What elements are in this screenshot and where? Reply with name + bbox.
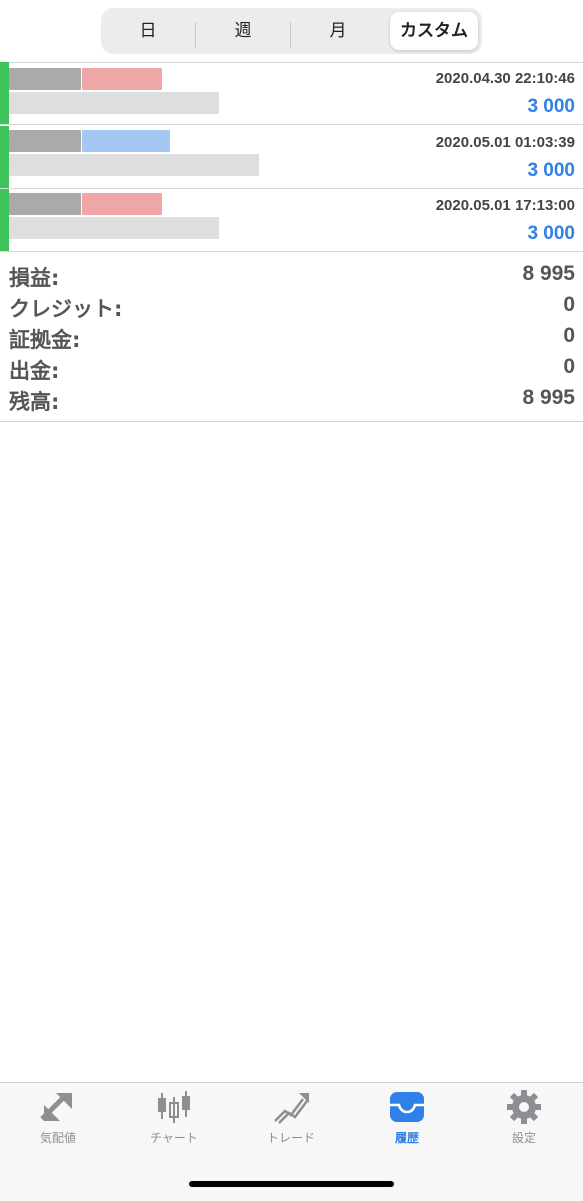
segment-month[interactable]: 月 [291, 12, 385, 50]
deal-datetime: 2020.05.01 01:03:39 [435, 134, 575, 151]
tab-label: 設定 [511, 1131, 536, 1145]
history-icon [390, 1092, 424, 1122]
summary-margin: 証拠金: 0 [0, 324, 583, 355]
tab-quotes[interactable]: 気配値 [0, 1089, 116, 1159]
settings-icon [507, 1090, 541, 1124]
row-divider [0, 251, 583, 252]
summary-value: 0 [563, 355, 575, 378]
tab-label: トレード [266, 1131, 315, 1145]
summary-value: 0 [563, 293, 575, 316]
tab-label: 履歴 [394, 1131, 419, 1145]
redacted-type [82, 68, 162, 90]
deal-amount: 3 000 [527, 160, 575, 181]
summary-divider [0, 421, 583, 422]
redacted-type [82, 130, 170, 152]
period-segmented-control: 日 週 月 カスタム [101, 8, 482, 54]
summary-value: 8 995 [522, 262, 575, 285]
summary-profit: 損益: 8 995 [0, 262, 583, 293]
summary-label: 損益: [9, 266, 60, 290]
segment-week[interactable]: 週 [196, 12, 290, 50]
tab-history[interactable]: 履歴 [349, 1089, 465, 1159]
deal-amount: 3 000 [527, 96, 575, 117]
row-divider [0, 124, 583, 125]
deal-datetime: 2020.04.30 22:10:46 [435, 70, 575, 87]
summary-label: 残高: [9, 390, 60, 414]
segment-custom[interactable]: カスタム [390, 12, 478, 50]
summary-value: 8 995 [522, 386, 575, 409]
deal-row[interactable]: 2020.05.01 17:13:00 3 000 [0, 189, 583, 252]
redacted-symbol [9, 130, 81, 152]
summary-label: クレジット: [9, 297, 123, 321]
redacted-symbol [9, 68, 81, 90]
tab-settings[interactable]: 設定 [466, 1089, 582, 1159]
summary-balance: 残高: 8 995 [0, 386, 583, 417]
deal-type-indicator [0, 189, 9, 251]
tab-chart[interactable]: チャート [116, 1089, 232, 1159]
deal-amount: 3 000 [527, 223, 575, 244]
redacted-comment [9, 217, 219, 239]
summary-value: 0 [563, 324, 575, 347]
row-divider [0, 62, 583, 63]
quotes-icon [40, 1093, 72, 1121]
segment-day[interactable]: 日 [101, 12, 195, 50]
redacted-type [82, 193, 162, 215]
summary-withdrawal: 出金: 0 [0, 355, 583, 386]
summary-label: 証拠金: [9, 328, 81, 352]
tab-label: チャート [150, 1131, 198, 1145]
chart-icon [158, 1091, 190, 1123]
deal-datetime: 2020.05.01 17:13:00 [435, 197, 575, 214]
tab-label: 気配値 [39, 1131, 76, 1145]
summary-credit: クレジット: 0 [0, 293, 583, 324]
deal-type-indicator [0, 126, 9, 188]
redacted-comment [9, 92, 219, 114]
tab-trade[interactable]: トレード [233, 1089, 349, 1159]
redacted-symbol [9, 193, 81, 215]
summary-label: 出金: [9, 359, 60, 383]
trade-icon [274, 1093, 309, 1124]
deal-row[interactable]: 2020.05.01 01:03:39 3 000 [0, 126, 583, 189]
home-indicator [189, 1181, 394, 1187]
deal-type-indicator [0, 62, 9, 124]
redacted-comment [9, 154, 259, 176]
deal-row[interactable]: 2020.04.30 22:10:46 3 000 [0, 62, 583, 125]
